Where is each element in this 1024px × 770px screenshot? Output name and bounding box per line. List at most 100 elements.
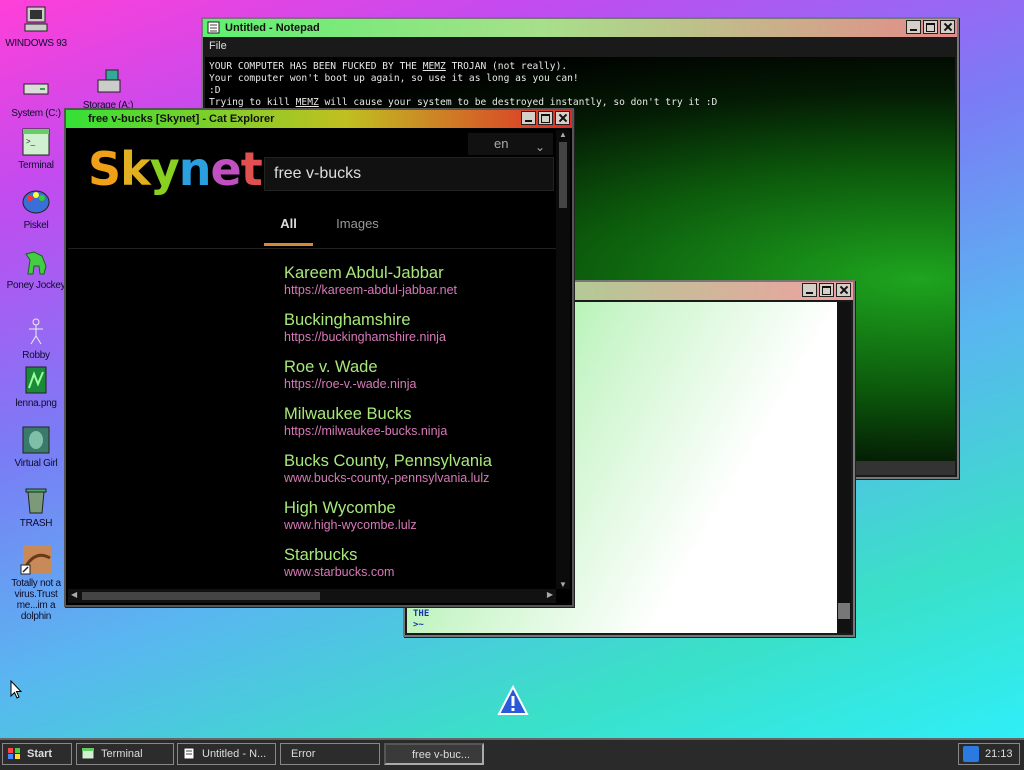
search-result: Milwaukee Bucks https://milwaukee-bucks.…	[284, 405, 492, 452]
terminal-icon: >_	[22, 128, 50, 156]
language-select[interactable]: en ⌄	[468, 133, 553, 155]
tabs-divider	[68, 248, 556, 249]
rss-icon[interactable]	[963, 746, 979, 762]
explorer-page: Skynet en ⌄ free v-bucks All Images Kare…	[68, 130, 556, 589]
taskbar-item-notepad[interactable]: Untitled - N...	[177, 743, 276, 765]
tab-images[interactable]: Images	[333, 216, 382, 246]
system-tray: 21:13	[958, 743, 1020, 765]
notepad-titlebar[interactable]: Untitled - Notepad	[203, 19, 957, 37]
trash-icon	[25, 488, 47, 514]
hard-drive-icon	[23, 83, 49, 95]
desktop-icon-label: lenna.png	[15, 398, 57, 409]
maximize-button[interactable]	[538, 111, 553, 125]
search-result: Kareem Abdul-Jabbar https://kareem-abdul…	[284, 264, 492, 311]
floppy-drive-icon	[97, 69, 121, 93]
menu-file[interactable]: File	[209, 40, 227, 52]
desktop-icon-label: System (C:)	[11, 108, 61, 119]
warning-icon[interactable]	[497, 685, 529, 717]
result-title-link[interactable]: High Wycombe	[284, 499, 492, 518]
minimize-button[interactable]	[521, 111, 536, 125]
scrollbar-thumb[interactable]	[838, 603, 850, 619]
taskbar-item-label: Error	[291, 748, 316, 760]
computer-icon	[24, 6, 48, 32]
result-title-link[interactable]: Bucks County, Pennsylvania	[284, 452, 492, 471]
search-input-value: free v-bucks	[274, 165, 362, 182]
windows-logo-icon	[8, 748, 20, 759]
terminal-icon	[81, 747, 95, 760]
scroll-up-arrow-icon[interactable]: ▲	[559, 130, 567, 139]
explorer-horizontal-scrollbar[interactable]: ◀ ▶	[68, 589, 556, 603]
mouse-cursor-icon	[10, 680, 22, 699]
desktop-icon-label: TRASH	[19, 518, 53, 529]
face-icon	[22, 426, 50, 454]
desktop-icon-label: Terminal	[18, 160, 54, 171]
skynet-logo[interactable]: Skynet	[88, 142, 263, 196]
close-button[interactable]	[555, 111, 570, 125]
search-result: High Wycombe www.high-wycombe.lulz	[284, 499, 492, 546]
result-title-link[interactable]: Starbucks	[284, 546, 492, 565]
start-label: Start	[27, 748, 53, 760]
result-url: www.high-wycombe.lulz	[284, 518, 417, 532]
start-button[interactable]: Start	[2, 743, 72, 765]
scroll-down-arrow-icon[interactable]: ▼	[559, 580, 567, 589]
desktop-icon-trash[interactable]: TRASH	[1, 484, 71, 529]
paint-palette-icon	[22, 190, 50, 214]
desktop-icon-system-c[interactable]: System (C:)	[1, 74, 71, 119]
scrollbar-thumb[interactable]	[559, 142, 567, 208]
desktop-icon-label: Robby	[22, 350, 50, 361]
result-title-link[interactable]: Buckinghamshire	[284, 311, 492, 330]
result-url: https://roe-v.-wade.ninja	[284, 377, 417, 391]
desktop-icon-piskel[interactable]: Piskel	[1, 186, 71, 231]
maximize-button[interactable]	[923, 20, 938, 34]
cat-explorer-window[interactable]: free v-bucks [Skynet] - Cat Explorer Sky…	[64, 108, 574, 607]
maximize-button[interactable]	[819, 283, 834, 297]
desktop-icon-terminal[interactable]: >_ Terminal	[1, 126, 71, 171]
search-result: Buckinghamshire https://buckinghamshire.…	[284, 311, 492, 358]
scrollbar-thumb[interactable]	[82, 592, 320, 600]
result-url: www.starbucks.com	[284, 565, 395, 579]
search-tabs: All Images	[264, 216, 402, 246]
desktop-icon-storage-a[interactable]: Storage (A:)	[73, 66, 143, 111]
result-title-link[interactable]: Kareem Abdul-Jabbar	[284, 264, 492, 283]
search-result: Bucks County, Pennsylvania www.bucks-cou…	[284, 452, 492, 499]
taskbar-item-terminal[interactable]: Terminal	[76, 743, 174, 765]
desktop-icon-virtual-girl[interactable]: Virtual Girl	[1, 424, 71, 469]
scroll-right-arrow-icon[interactable]: ▶	[547, 590, 553, 599]
minimize-button[interactable]	[906, 20, 921, 34]
notepad-text: YOUR COMPUTER HAS BEEN FUCKED BY THE MEM…	[209, 61, 718, 108]
search-result: Roe v. Wade https://roe-v.-wade.ninja	[284, 358, 492, 405]
tab-all[interactable]: All	[264, 216, 313, 246]
desktop-icon-lenna[interactable]: lenna.png	[1, 364, 71, 409]
desktop-icon-poney-jockey[interactable]: Poney Jockey	[1, 246, 71, 291]
desktop-icon-label: Totally not a virus.Trust me...im a dolp…	[11, 578, 61, 622]
search-result: Starbucks www.starbucks.com	[284, 546, 492, 589]
notepad-icon	[183, 747, 195, 760]
result-title-link[interactable]: Roe v. Wade	[284, 358, 492, 377]
taskbar-item-label: Untitled - N...	[202, 748, 267, 760]
taskbar-item-label: free v-buc...	[412, 749, 471, 761]
robot-icon	[29, 318, 43, 345]
taskbar-item-error[interactable]: Error	[280, 743, 380, 765]
explorer-titlebar[interactable]: free v-bucks [Skynet] - Cat Explorer	[66, 110, 572, 128]
terminal-vertical-scrollbar[interactable]	[837, 302, 851, 633]
explorer-vertical-scrollbar[interactable]: ▲ ▼	[556, 130, 570, 589]
scroll-left-arrow-icon[interactable]: ◀	[71, 590, 77, 599]
taskbar-item-label: Terminal	[101, 748, 143, 760]
minimize-button[interactable]	[802, 283, 817, 297]
close-button[interactable]	[940, 20, 955, 34]
search-results: Kareem Abdul-Jabbar https://kareem-abdul…	[284, 264, 492, 589]
pony-icon	[25, 251, 47, 275]
desktop-icon-windows93[interactable]: WINDOWS 93	[1, 4, 71, 49]
window-title: free v-bucks [Skynet] - Cat Explorer	[88, 113, 275, 125]
desktop-icon-dolphin-virus[interactable]: Totally not a virus.Trust me...im a dolp…	[1, 544, 71, 622]
close-button[interactable]	[836, 283, 851, 297]
taskbar-item-cat-explorer[interactable]: free v-buc...	[384, 743, 484, 765]
desktop-icon-label: WINDOWS 93	[5, 38, 67, 49]
terminal-line: THE	[413, 609, 430, 619]
notepad-menubar: File	[203, 37, 957, 55]
result-title-link[interactable]: Milwaukee Bucks	[284, 405, 492, 424]
desktop-icon-robby[interactable]: Robby	[1, 316, 71, 361]
desktop-icon-label: Piskel	[23, 220, 49, 231]
notepad-icon	[207, 21, 220, 34]
search-input[interactable]: free v-bucks	[264, 157, 554, 191]
